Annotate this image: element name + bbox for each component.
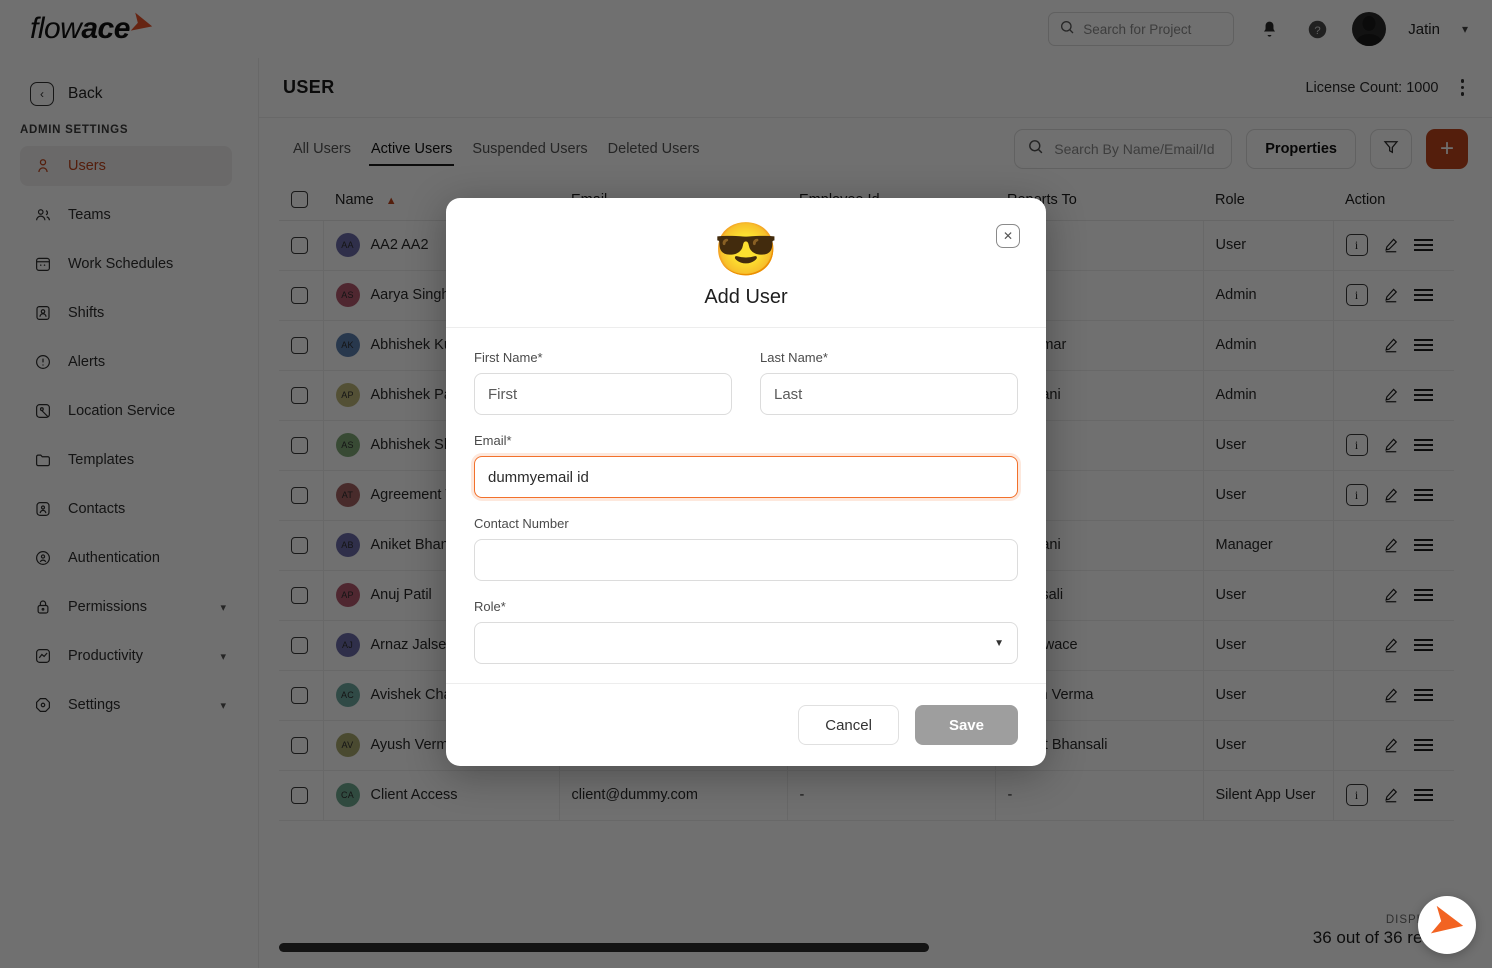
contact-number-field[interactable] xyxy=(474,539,1018,581)
cancel-button[interactable]: Cancel xyxy=(798,705,899,745)
flowace-chat-icon[interactable]: ➤ xyxy=(1418,896,1476,954)
email-group: Email* xyxy=(474,433,1018,498)
role-select[interactable]: ▼ xyxy=(474,622,1018,664)
first-name-group: First Name* xyxy=(474,350,732,415)
role-label: Role* xyxy=(474,599,506,614)
modal-body[interactable]: First Name* Last Name* Email* Contact Nu… xyxy=(446,327,1046,684)
modal-header: 😎 Add User ✕ xyxy=(446,198,1046,327)
last-name-group: Last Name* xyxy=(760,350,1018,415)
chat-swoosh-glyph: ➤ xyxy=(1426,897,1469,948)
timezone-label: Timezone* xyxy=(474,682,1018,683)
name-row: First Name* Last Name* xyxy=(474,350,1018,433)
app-root: flowace➤ Search for Project ? Jatin ▾ ‹ xyxy=(0,0,1492,968)
modal-title: Add User xyxy=(704,286,788,308)
modal-footer: Cancel Save xyxy=(446,684,1046,766)
first-name-field[interactable] xyxy=(474,373,732,415)
close-icon[interactable]: ✕ xyxy=(996,224,1020,248)
timezone-group: Timezone* ▼ xyxy=(474,682,1018,683)
save-button[interactable]: Save xyxy=(914,705,1018,745)
email-field[interactable] xyxy=(474,456,1018,498)
add-user-modal: 😎 Add User ✕ First Name* Last Name* Emai… xyxy=(446,198,1046,766)
role-group: Role* ▼ xyxy=(474,599,1018,664)
last-name-label: Last Name* xyxy=(760,350,828,365)
last-name-field[interactable] xyxy=(760,373,1018,415)
smiling-face-with-sunglasses-emoji: 😎 xyxy=(713,221,779,279)
contact-number-group: Contact Number xyxy=(474,516,1018,581)
chevron-down-icon: ▼ xyxy=(994,637,1004,649)
first-name-label: First Name* xyxy=(474,350,543,365)
email-label: Email* xyxy=(474,433,512,448)
contact-number-label: Contact Number xyxy=(474,516,569,531)
